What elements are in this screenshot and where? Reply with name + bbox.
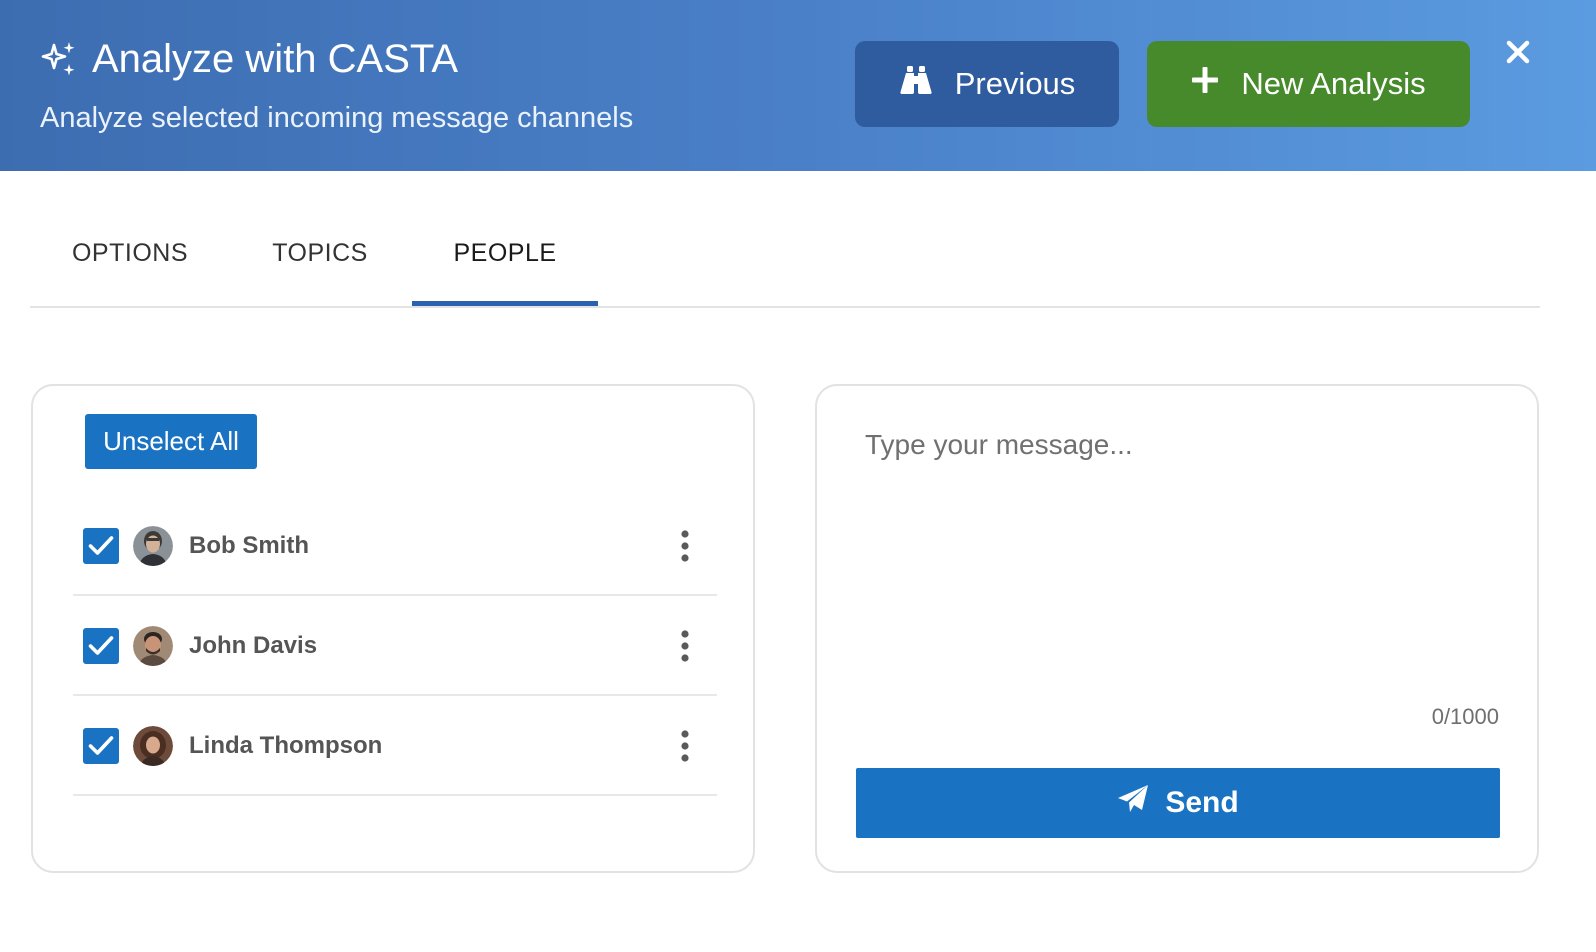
dialog-title: Analyze with CASTA — [92, 37, 459, 81]
avatar — [133, 526, 173, 566]
message-input[interactable] — [865, 426, 1495, 706]
checkmark-icon — [88, 736, 114, 755]
person-name: John Davis — [189, 632, 318, 659]
dialog-header: Analyze with CASTA Analyze selected inco… — [0, 0, 1596, 171]
tab-topics[interactable]: TOPICS — [225, 200, 415, 306]
list-item: John Davis — [73, 596, 717, 696]
avatar — [133, 726, 173, 766]
kebab-menu-icon — [681, 730, 689, 762]
list-item: Linda Thompson — [73, 696, 717, 796]
dialog-subtitle: Analyze selected incoming message channe… — [40, 102, 634, 134]
new-analysis-button-label: New Analysis — [1241, 66, 1426, 101]
checkmark-icon — [88, 536, 114, 555]
kebab-menu-icon — [681, 630, 689, 662]
more-options-button[interactable] — [671, 726, 699, 766]
binoculars-icon — [899, 65, 933, 103]
new-analysis-button[interactable]: New Analysis — [1147, 41, 1470, 127]
plus-icon — [1191, 66, 1219, 102]
character-counter: 0/1000 — [1431, 704, 1499, 729]
unselect-all-button[interactable]: Unselect All — [85, 414, 257, 469]
people-panel: Unselect All Bob Smith John Davis Linda … — [31, 384, 755, 873]
paper-plane-icon — [1117, 784, 1149, 822]
person-name: Linda Thompson — [189, 732, 383, 759]
person-name: Bob Smith — [189, 532, 309, 559]
people-list: Bob Smith John Davis Linda Thompson — [73, 496, 717, 796]
kebab-menu-icon — [681, 530, 689, 562]
list-item: Bob Smith — [73, 496, 717, 596]
send-button[interactable]: Send — [856, 768, 1500, 838]
person-checkbox[interactable] — [83, 528, 119, 564]
send-button-label: Send — [1165, 786, 1239, 819]
avatar — [133, 626, 173, 666]
tab-options[interactable]: OPTIONS — [30, 200, 230, 306]
previous-button[interactable]: Previous — [855, 41, 1119, 127]
person-checkbox[interactable] — [83, 628, 119, 664]
person-checkbox[interactable] — [83, 728, 119, 764]
tab-people[interactable]: PEOPLE — [412, 200, 598, 306]
tab-bar: OPTIONS TOPICS PEOPLE — [30, 200, 1540, 308]
checkmark-icon — [88, 636, 114, 655]
sparkle-icon — [40, 40, 78, 78]
close-button[interactable] — [1500, 36, 1536, 72]
more-options-button[interactable] — [671, 526, 699, 566]
more-options-button[interactable] — [671, 626, 699, 666]
close-icon — [1506, 40, 1530, 69]
previous-button-label: Previous — [954, 66, 1076, 101]
analyze-dialog: Analyze with CASTA Analyze selected inco… — [0, 0, 1596, 952]
message-panel: 0/1000 Send — [815, 384, 1539, 873]
dialog-title-row: Analyze with CASTA — [40, 34, 458, 84]
